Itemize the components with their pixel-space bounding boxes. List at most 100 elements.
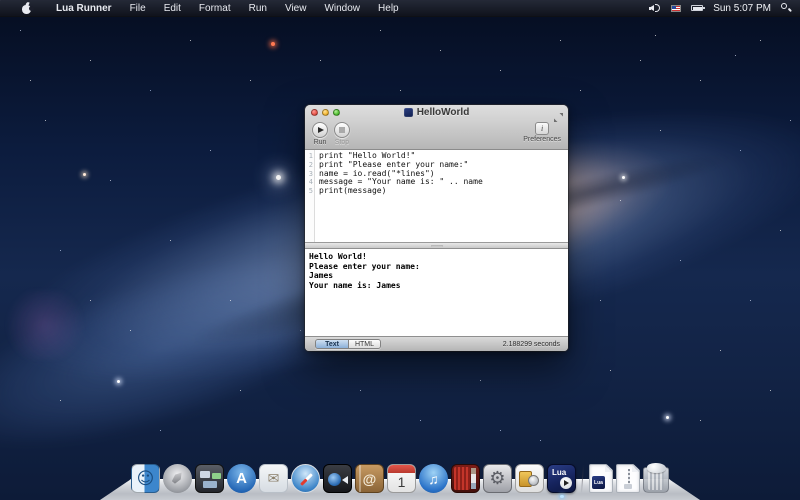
star: [622, 176, 625, 179]
dock-item-system-preferences[interactable]: ⚙: [483, 464, 512, 493]
output-line: Please enter your name:: [309, 262, 564, 272]
running-app-indicator: [560, 495, 564, 498]
window-tile-icon: [203, 481, 217, 488]
zoom-button[interactable]: [333, 109, 340, 116]
dock-item-calendar[interactable]: 1: [387, 464, 416, 493]
play-badge-icon: [560, 477, 572, 489]
nebula: [0, 290, 90, 360]
document-proxy-icon: [404, 108, 413, 117]
menu-bar: Lua Runner File Edit Format Run View Win…: [0, 0, 800, 17]
compass-needle-icon: [300, 473, 313, 486]
apple-logo-icon: [21, 3, 32, 14]
splitter-dimple-icon: [431, 245, 443, 247]
menu-file[interactable]: File: [121, 0, 155, 16]
volume-icon[interactable]: [649, 3, 661, 13]
photo-strip-icon: [471, 468, 476, 489]
battery-icon[interactable]: [691, 5, 703, 11]
dock-item-finder[interactable]: ☺: [131, 464, 160, 493]
dock-item-mail[interactable]: ✉: [259, 464, 288, 493]
camera-body-icon: [342, 476, 348, 484]
code-line[interactable]: print(message): [319, 187, 568, 196]
menu-run[interactable]: Run: [240, 0, 276, 16]
window-title-bar[interactable]: HelloWorld: [305, 105, 568, 120]
finder-face-icon: ☺: [132, 465, 159, 492]
pane-splitter[interactable]: [305, 243, 568, 249]
dock-item-zip-document[interactable]: [616, 464, 640, 493]
dock: ☺ A ✉ @ 1 ♫ ⚙ Lua Lua: [131, 464, 669, 493]
menu-bar-clock[interactable]: Sun 5:07 PM: [713, 3, 771, 14]
spotlight-icon[interactable]: [781, 3, 792, 14]
window-toolbar: Run Stop i Preferences: [305, 120, 568, 149]
stop-icon: [339, 127, 345, 133]
dock-item-app-store[interactable]: A: [227, 464, 256, 493]
output-mode-segmented-control: Text HTML: [315, 339, 381, 349]
run-button[interactable]: Run: [312, 122, 328, 146]
dock-item-safari[interactable]: [291, 464, 320, 493]
rocket-icon: [168, 468, 186, 486]
dial-icon: [528, 475, 539, 486]
output-line: Your name is: James: [309, 281, 564, 291]
window-tile-icon: [200, 471, 210, 478]
dock-item-trash[interactable]: [643, 467, 669, 493]
segment-text[interactable]: Text: [316, 340, 348, 348]
window-title: HelloWorld: [417, 107, 470, 118]
dock-item-launchpad[interactable]: [163, 464, 192, 493]
dock-item-keychain-access[interactable]: [515, 464, 544, 493]
dock-item-facetime[interactable]: [323, 464, 352, 493]
fullscreen-icon[interactable]: [554, 109, 563, 118]
segment-html[interactable]: HTML: [348, 340, 380, 348]
output-console[interactable]: Hello World! Please enter your name: Jam…: [305, 249, 568, 336]
window-status-bar: Text HTML 2.188299 seconds: [305, 336, 568, 351]
menu-app-name[interactable]: Lua Runner: [47, 0, 121, 16]
menu-format[interactable]: Format: [190, 0, 240, 16]
app-window: HelloWorld Run Stop i Preferences 1 2: [305, 105, 568, 351]
star: [83, 173, 86, 176]
window-tile-icon: [212, 473, 221, 479]
app-store-a-icon: A: [227, 464, 256, 493]
line-number: 5: [305, 187, 313, 196]
dock-item-mission-control[interactable]: [195, 464, 224, 493]
line-number: 3: [305, 170, 313, 179]
minimize-button[interactable]: [322, 109, 329, 116]
menu-window[interactable]: Window: [315, 0, 369, 16]
camera-lens-icon: [328, 473, 341, 486]
curtain-icon: [454, 467, 470, 490]
crumpled-paper-icon: [647, 463, 666, 473]
line-number: 1: [305, 152, 313, 161]
close-button[interactable]: [311, 109, 318, 116]
mail-stamp-icon: ✉: [260, 465, 287, 492]
run-label: Run: [314, 139, 327, 146]
page-fold-icon: [632, 465, 639, 472]
line-number: 4: [305, 178, 313, 187]
calendar-date: 1: [388, 465, 415, 492]
gear-icon: ⚙: [484, 465, 511, 492]
dock-item-contacts[interactable]: @: [355, 464, 384, 493]
stop-label: Stop: [335, 139, 349, 146]
elapsed-time: 2.188299 seconds: [503, 341, 560, 348]
preferences-icon: i: [535, 122, 549, 135]
line-number-gutter: 1 2 3 4 5: [305, 150, 315, 242]
line-number: 2: [305, 161, 313, 170]
red-star: [271, 42, 275, 46]
menu-help[interactable]: Help: [369, 0, 408, 16]
play-icon: [318, 127, 324, 133]
dock-separator: [581, 465, 584, 493]
output-line: James: [309, 271, 564, 281]
code-editor[interactable]: 1 2 3 4 5 print "Hello World!" print "Pl…: [305, 150, 568, 243]
dock-item-itunes[interactable]: ♫: [419, 464, 448, 493]
preferences-button[interactable]: i Preferences: [523, 122, 561, 143]
us-flag-icon[interactable]: [671, 5, 681, 12]
dock-item-photo-booth[interactable]: [451, 464, 480, 493]
address-book-icon: @: [356, 465, 383, 492]
apple-menu[interactable]: [0, 0, 47, 16]
menu-edit[interactable]: Edit: [155, 0, 190, 16]
dock-item-lua-document[interactable]: Lua: [589, 464, 613, 493]
preferences-label: Preferences: [523, 136, 561, 143]
dock-item-lua-runner[interactable]: Lua: [547, 464, 576, 493]
star: [117, 380, 120, 383]
bright-star: [276, 175, 281, 180]
menu-view[interactable]: View: [276, 0, 316, 16]
zipper-tag-icon: [624, 484, 632, 489]
stop-button[interactable]: Stop: [334, 122, 350, 146]
page-fold-icon: [605, 465, 612, 472]
